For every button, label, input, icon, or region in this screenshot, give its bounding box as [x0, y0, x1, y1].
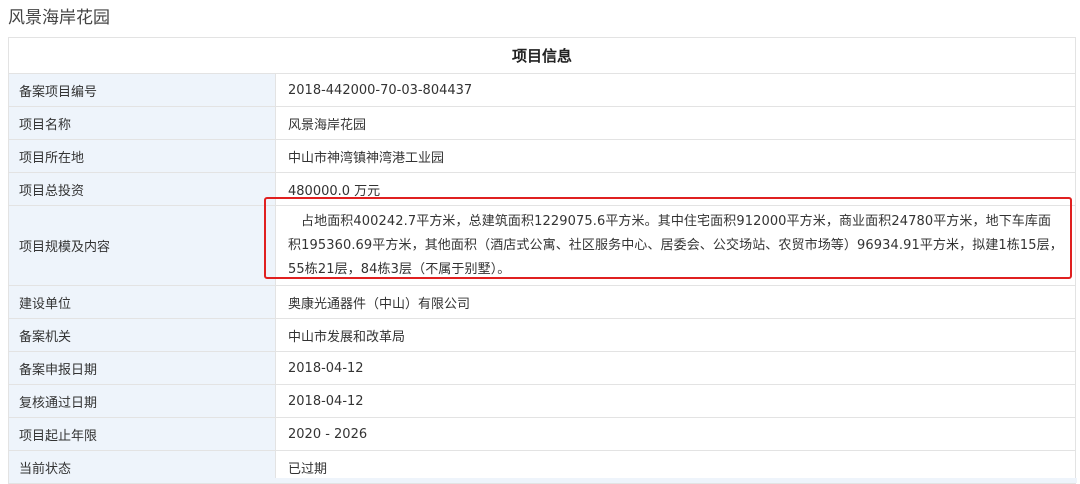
table-row: 复核通过日期 2018-04-12: [8, 384, 1076, 418]
row-label-record-authority: 备案机关: [8, 318, 276, 352]
row-value-record-authority: 中山市发展和改革局: [275, 318, 1076, 352]
table-row: 项目所在地 中山市神湾镇神湾港工业园: [8, 139, 1076, 173]
next-row-edge: [8, 478, 1077, 483]
table-row: 建设单位 奥康光通器件（中山）有限公司: [8, 285, 1076, 319]
table-row: 备案申报日期 2018-04-12: [8, 351, 1076, 385]
page-title: 风景海岸花园: [8, 8, 110, 28]
row-value-total-investment: 480000.0 万元: [275, 172, 1076, 206]
row-label-project-name: 项目名称: [8, 106, 276, 140]
table-row: 备案项目编号 2018-442000-70-03-804437: [8, 73, 1076, 107]
table-row: 项目规模及内容 占地面积400242.7平方米，总建筑面积1229075.6平方…: [8, 205, 1076, 286]
row-label-record-number: 备案项目编号: [8, 73, 276, 107]
row-label-filing-date: 备案申报日期: [8, 351, 276, 385]
table-header: 项目信息: [8, 37, 1076, 74]
row-value-review-date: 2018-04-12: [275, 384, 1076, 418]
row-label-developer: 建设单位: [8, 285, 276, 319]
table-row: 项目名称 风景海岸花园: [8, 106, 1076, 140]
row-value-project-period: 2020 - 2026: [275, 417, 1076, 451]
row-value-project-name: 风景海岸花园: [275, 106, 1076, 140]
row-label-location: 项目所在地: [8, 139, 276, 173]
table-row: 备案机关 中山市发展和改革局: [8, 318, 1076, 352]
table-row: 项目起止年限 2020 - 2026: [8, 417, 1076, 451]
row-value-scale-content: 占地面积400242.7平方米，总建筑面积1229075.6平方米。其中住宅面积…: [275, 205, 1076, 286]
row-label-scale-content: 项目规模及内容: [8, 205, 276, 286]
row-label-total-investment: 项目总投资: [8, 172, 276, 206]
row-value-developer: 奥康光通器件（中山）有限公司: [275, 285, 1076, 319]
table-row: 项目总投资 480000.0 万元: [8, 172, 1076, 206]
row-label-review-date: 复核通过日期: [8, 384, 276, 418]
row-value-location: 中山市神湾镇神湾港工业园: [275, 139, 1076, 173]
row-value-filing-date: 2018-04-12: [275, 351, 1076, 385]
row-label-project-period: 项目起止年限: [8, 417, 276, 451]
project-info-table: 项目信息 备案项目编号 2018-442000-70-03-804437 项目名…: [8, 37, 1076, 484]
row-value-record-number: 2018-442000-70-03-804437: [275, 73, 1076, 107]
